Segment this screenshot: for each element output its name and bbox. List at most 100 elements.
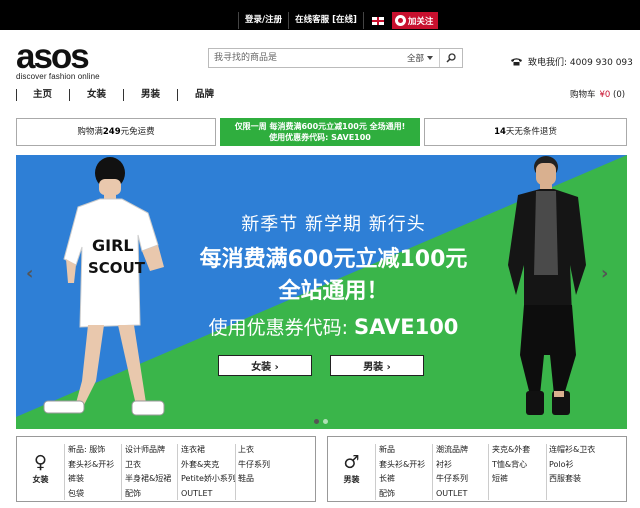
asos-logo[interactable]: asos discover fashion online bbox=[16, 37, 100, 81]
divider bbox=[121, 444, 122, 500]
men-cat-new[interactable]: 新品 bbox=[379, 443, 425, 458]
men-cat-trousers[interactable]: 长裤 bbox=[379, 472, 425, 487]
promo-free-shipping-suffix: 元免运费 bbox=[120, 126, 155, 137]
women-cat-denim[interactable]: 牛仔系列 bbox=[238, 458, 270, 473]
nav-item-women[interactable]: 女装 bbox=[69, 89, 123, 101]
men-cat-suits[interactable]: 西服套装 bbox=[549, 472, 595, 487]
search-button[interactable] bbox=[440, 49, 462, 67]
women-categories-panel: ♀ 女装 新品: 服饰 套头衫&开衫 裤装 包袋 设计师品牌 卫衣 半身裙&短裙… bbox=[16, 436, 316, 502]
women-cat-skirts[interactable]: 半身裙&短裙 bbox=[125, 472, 171, 487]
men-cat-brands[interactable]: 潮流品牌 bbox=[436, 443, 468, 458]
women-cat-tops[interactable]: 上衣 bbox=[238, 443, 270, 458]
men-col-4: 连帽衫&卫衣 Polo衫 西服套装 bbox=[549, 443, 595, 487]
shop-men-button[interactable]: 男装 › bbox=[330, 355, 424, 376]
women-col-1: 新品: 服饰 套头衫&开衫 裤装 包袋 bbox=[68, 443, 114, 501]
carousel-indicators bbox=[312, 419, 330, 424]
divider bbox=[375, 444, 376, 500]
top-links: 登录/注册 在线客服 [在线] 加关注 bbox=[238, 12, 439, 29]
carousel-next-arrow[interactable]: › bbox=[601, 263, 608, 284]
uk-flag-icon bbox=[371, 16, 384, 25]
female-icon: ♀ bbox=[33, 451, 48, 473]
men-cat-knitwear[interactable]: 套头衫&开衫 bbox=[379, 458, 425, 473]
women-cat-petite[interactable]: Petite娇小系列 bbox=[181, 472, 236, 487]
divider bbox=[432, 444, 433, 500]
promo-discount-line2: 使用优惠券代码: SAVE100 bbox=[269, 133, 371, 142]
follow-label: 加关注 bbox=[407, 16, 434, 27]
carousel-prev-arrow[interactable]: ‹ bbox=[26, 263, 33, 284]
nav-item-men[interactable]: 男装 bbox=[123, 89, 177, 101]
men-cat-jackets[interactable]: 夹克&外套 bbox=[492, 443, 530, 458]
women-cat-outlet[interactable]: OUTLET bbox=[181, 487, 236, 502]
cart-count: (0) bbox=[613, 90, 626, 100]
hero-banner[interactable]: GIRL SCOUT 新季节 新学期 新行头 每消费满600元立减100元 全站… bbox=[16, 155, 627, 429]
search-bar: 全部 bbox=[208, 48, 463, 68]
men-cat-accessories[interactable]: 配饰 bbox=[379, 487, 425, 502]
men-cat-hoodies[interactable]: 连帽衫&卫衣 bbox=[549, 443, 595, 458]
promo-free-shipping-prefix: 购物满 bbox=[77, 126, 103, 137]
women-cat-dresses[interactable]: 连衣裙 bbox=[181, 443, 236, 458]
carousel-dot-2[interactable] bbox=[323, 419, 328, 424]
promo-discount-banner[interactable]: 仅限一周 每消费满600元立减100元 全场通用! 使用优惠券代码: SAVE1… bbox=[220, 118, 420, 146]
male-icon: ♂ bbox=[343, 451, 360, 473]
divider bbox=[64, 444, 65, 500]
women-cat-accessories[interactable]: 配饰 bbox=[125, 487, 171, 502]
men-col-2: 潮流品牌 衬衫 牛仔系列 OUTLET bbox=[436, 443, 468, 501]
men-cat-shorts[interactable]: 短裤 bbox=[492, 472, 530, 487]
promo-discount-line1: 仅限一周 每消费满600元立减100元 全场通用! bbox=[234, 122, 406, 131]
logo-tagline: discover fashion online bbox=[16, 72, 100, 81]
promo-returns-text: 天无条件退货 bbox=[505, 126, 557, 137]
divider bbox=[235, 444, 236, 500]
chevron-down-icon bbox=[427, 56, 433, 60]
promo-free-shipping-amount: 249 bbox=[102, 126, 121, 137]
nav-item-home[interactable]: 主页 bbox=[16, 89, 69, 101]
main-nav: 主页 女装 男装 品牌 bbox=[16, 89, 231, 101]
women-col-3: 连衣裙 外套&夹克 Petite娇小系列 OUTLET bbox=[181, 443, 236, 501]
men-col-3: 夹克&外套 T恤&背心 短裤 bbox=[492, 443, 530, 487]
weibo-icon bbox=[394, 15, 406, 26]
hero-coupon-line: 使用优惠券代码: SAVE100 bbox=[16, 313, 627, 340]
men-cat-shirts[interactable]: 衬衫 bbox=[436, 458, 468, 473]
language-selector[interactable] bbox=[362, 12, 392, 29]
men-cat-tshirts[interactable]: T恤&背心 bbox=[492, 458, 530, 473]
women-cat-trousers[interactable]: 裤装 bbox=[68, 472, 114, 487]
divider bbox=[546, 444, 547, 500]
search-input[interactable] bbox=[209, 49, 401, 67]
cart-label: 购物车 bbox=[570, 90, 596, 100]
women-cat-coats[interactable]: 外套&夹克 bbox=[181, 458, 236, 473]
phone-contact: 致电我们: 4009 930 093 bbox=[511, 55, 633, 68]
women-col-2: 设计师品牌 卫衣 半身裙&短裙 配饰 bbox=[125, 443, 171, 501]
women-cat-bags[interactable]: 包袋 bbox=[68, 487, 114, 502]
logo-wordmark: asos bbox=[16, 37, 90, 76]
divider bbox=[488, 444, 489, 500]
hero-headline-2: 每消费满600元立减100元 bbox=[199, 247, 468, 272]
men-categories-panel: ♂ 男装 新品 套头衫&开衫 长裤 配饰 潮流品牌 衬衫 牛仔系列 OUTLET… bbox=[327, 436, 627, 502]
women-cat-knitwear[interactable]: 套头衫&开衫 bbox=[68, 458, 114, 473]
shop-women-button[interactable]: 女装 › bbox=[218, 355, 312, 376]
divider bbox=[177, 444, 178, 500]
search-icon bbox=[446, 53, 456, 63]
hero-headline-3: 全站通用！ bbox=[278, 279, 389, 304]
women-cat-new[interactable]: 新品: 服饰 bbox=[68, 443, 114, 458]
men-cat-polo[interactable]: Polo衫 bbox=[549, 458, 595, 473]
women-cat-shoes[interactable]: 鞋品 bbox=[238, 472, 270, 487]
women-cat-designer[interactable]: 设计师品牌 bbox=[125, 443, 171, 458]
promo-returns-days: 14 bbox=[494, 126, 506, 137]
promo-free-shipping[interactable]: 购物满 249 元免运费 bbox=[16, 118, 216, 146]
men-gender-label[interactable]: ♂ 男装 bbox=[328, 437, 375, 501]
search-scope-label: 全部 bbox=[406, 54, 424, 64]
phone-text: 致电我们: 4009 930 093 bbox=[528, 58, 633, 68]
search-scope-dropdown[interactable]: 全部 bbox=[401, 49, 440, 67]
login-register-link[interactable]: 登录/注册 bbox=[238, 12, 288, 29]
men-cat-outlet[interactable]: OUTLET bbox=[436, 487, 468, 502]
women-cat-hoodies[interactable]: 卫衣 bbox=[125, 458, 171, 473]
shopping-cart-link[interactable]: 购物车 ¥0 (0) bbox=[570, 88, 625, 100]
nav-item-brands[interactable]: 品牌 bbox=[177, 89, 231, 101]
hero-coupon-prefix: 使用优惠券代码: bbox=[208, 317, 355, 339]
weibo-follow-button[interactable]: 加关注 bbox=[391, 12, 439, 29]
promo-returns[interactable]: 14 天无条件退货 bbox=[424, 118, 627, 146]
women-gender-label[interactable]: ♀ 女装 bbox=[17, 437, 64, 501]
carousel-dot-1[interactable] bbox=[314, 419, 319, 424]
online-service-link[interactable]: 在线客服 [在线] bbox=[288, 12, 363, 29]
men-cat-denim[interactable]: 牛仔系列 bbox=[436, 472, 468, 487]
top-bar: 登录/注册 在线客服 [在线] 加关注 bbox=[0, 0, 640, 30]
